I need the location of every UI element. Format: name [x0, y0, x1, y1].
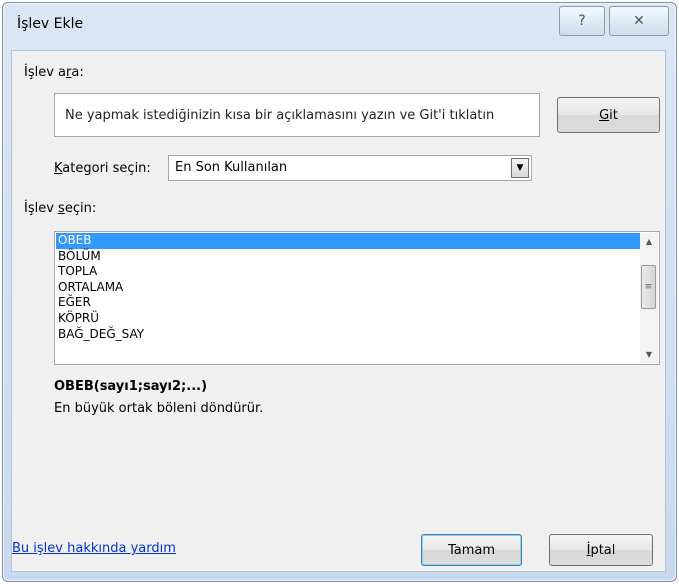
function-list-item[interactable]: KÖPRÜ — [56, 311, 641, 327]
function-list-label: İşlev seçin: — [24, 201, 97, 216]
ok-button[interactable]: Tamam — [421, 534, 522, 566]
function-list-item[interactable]: ORTALAMA — [56, 280, 641, 296]
scroll-thumb[interactable]: ≡ — [641, 265, 656, 309]
dialog-window: İşlev Ekle ? ✕ İşlev ara: Ne yapmak iste… — [2, 2, 677, 582]
help-icon: ? — [578, 13, 586, 29]
scrollbar[interactable]: ▲ ≡ ▼ — [640, 233, 658, 363]
dialog-body: İşlev ara: Ne yapmak istediğinizin kısa … — [11, 50, 666, 572]
scroll-up-icon[interactable]: ▲ — [640, 233, 658, 250]
go-button[interactable]: Git — [557, 97, 660, 133]
close-button[interactable]: ✕ — [609, 6, 669, 36]
function-description: En büyük ortak böleni döndürür. — [54, 401, 264, 416]
help-link[interactable]: Bu işlev hakkında yardım — [12, 541, 176, 556]
function-list-item[interactable]: BÖLÜM — [56, 249, 641, 265]
search-label: İşlev ara: — [24, 65, 84, 80]
title-bar: İşlev Ekle ? ✕ — [3, 3, 676, 45]
scroll-down-icon[interactable]: ▼ — [640, 346, 658, 363]
function-list-item[interactable]: EĞER — [56, 295, 641, 311]
function-list-item[interactable]: TOPLA — [56, 264, 641, 280]
search-input[interactable]: Ne yapmak istediğinizin kısa bir açıklam… — [54, 93, 540, 137]
category-select[interactable]: En Son Kullanılan ▼ — [168, 155, 532, 181]
dialog-title: İşlev Ekle — [17, 16, 84, 32]
function-list[interactable]: OBEB BÖLÜM TOPLA ORTALAMA EĞER KÖPRÜ BAĞ_DEĞ_S… — [54, 231, 660, 365]
function-list-item[interactable]: BAĞ_DEĞ_SAY — [56, 327, 641, 343]
category-value: En Son Kullanılan — [175, 160, 288, 175]
function-signature: OBEB(sayı1;sayı2;...) — [54, 379, 208, 394]
cancel-button[interactable]: İptal — [549, 534, 653, 566]
chevron-down-icon[interactable]: ▼ — [511, 158, 529, 178]
help-button[interactable]: ? — [559, 6, 605, 36]
function-list-item[interactable]: OBEB — [56, 233, 641, 249]
close-icon: ✕ — [633, 13, 645, 29]
category-label: Kategori seçin: — [54, 161, 151, 176]
